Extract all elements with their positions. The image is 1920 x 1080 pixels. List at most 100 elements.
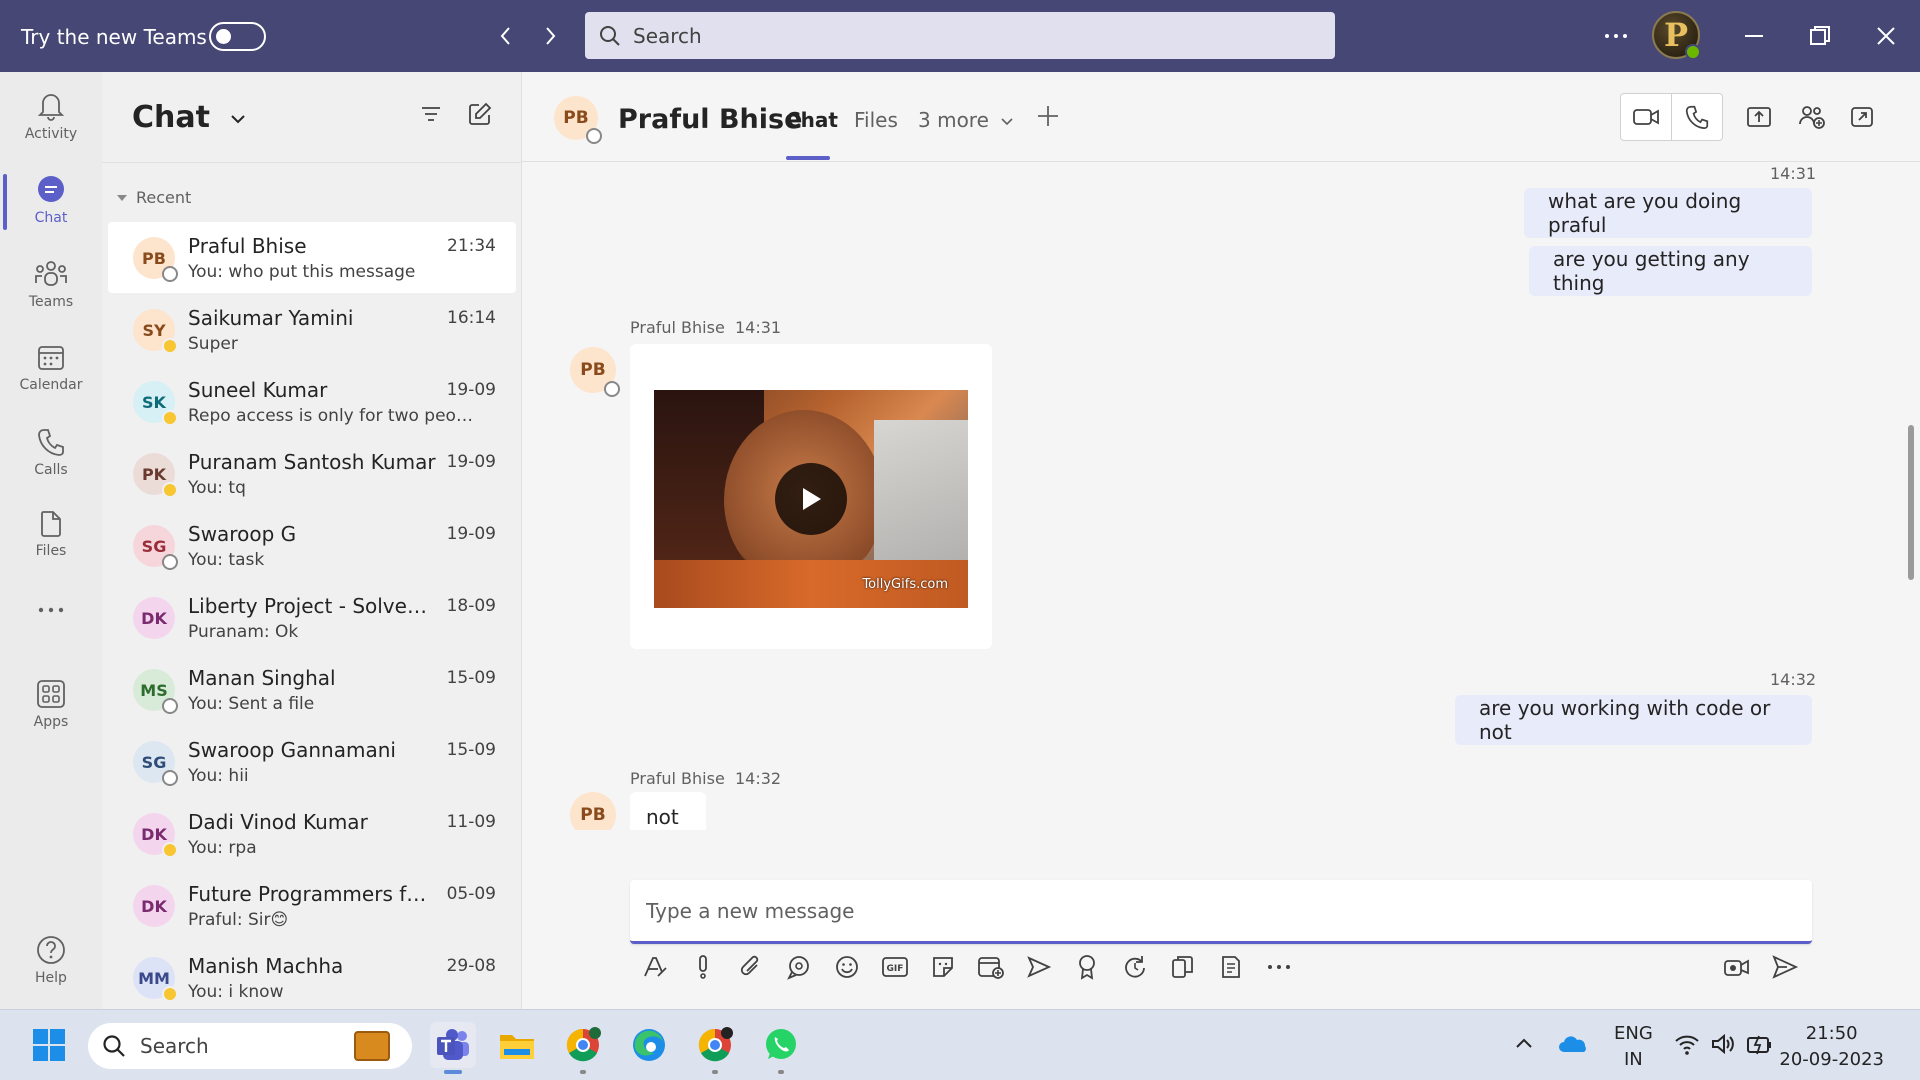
more-compose-options-icon[interactable] (1262, 950, 1296, 984)
important-icon[interactable] (686, 950, 720, 984)
tab-files[interactable]: Files (854, 108, 898, 132)
tab-more[interactable]: 3 more (918, 108, 1013, 132)
conversation-item[interactable]: SY Saikumar Yamini Super 16:14 (108, 294, 516, 365)
chat-list-title[interactable]: Chat (132, 100, 246, 135)
rail-item-help[interactable]: Help (0, 924, 102, 996)
conversation-name: Manish Machha (188, 954, 344, 978)
conversation-item[interactable]: DK Future Programmers for ... Praful: Sir😊… (108, 870, 516, 941)
my-message[interactable]: are you working with code or not (1455, 695, 1812, 745)
my-message[interactable]: what are you doing praful (1524, 188, 1812, 238)
conversation-avatar: MS (133, 669, 178, 714)
battery-icon[interactable] (1746, 1032, 1774, 1056)
teams-app-icon[interactable] (430, 1022, 476, 1074)
emoji-icon[interactable] (830, 950, 864, 984)
wifi-icon[interactable] (1674, 1032, 1700, 1056)
try-new-teams-toggle[interactable] (209, 22, 266, 51)
conversation-item[interactable]: SG Swaroop G You: task 19-09 (108, 510, 516, 581)
conversation-avatar: SK (133, 381, 178, 426)
conversation-scrollbar[interactable] (1908, 425, 1914, 580)
video-clip-icon[interactable] (1720, 950, 1754, 984)
video-call-button[interactable] (1620, 93, 1672, 141)
approvals-icon[interactable] (1166, 950, 1200, 984)
recent-section-header[interactable]: Recent (116, 188, 191, 207)
volume-icon[interactable] (1710, 1032, 1736, 1056)
new-chat-icon[interactable] (468, 102, 492, 126)
gif-message[interactable]: TollyGifs.com (630, 344, 992, 649)
file-icon (41, 510, 61, 537)
chevron-down-icon[interactable] (230, 114, 246, 124)
rail-item-chat[interactable]: Chat (0, 164, 102, 236)
compose-box[interactable] (630, 880, 1812, 944)
more-options-icon[interactable] (1600, 20, 1632, 52)
windows-start-icon[interactable] (26, 1022, 72, 1068)
conversation-item[interactable]: DK Liberty Project - Solvente... Puranam: … (108, 582, 516, 653)
chrome-profile-y-icon[interactable] (560, 1022, 606, 1074)
play-icon[interactable] (775, 463, 847, 535)
file-explorer-icon[interactable] (494, 1022, 540, 1068)
conversation-preview: Repo access is only for two people... (188, 406, 478, 426)
conversation-item[interactable]: SK Suneel Kumar Repo access is only for tw… (108, 366, 516, 437)
add-tab-icon[interactable] (1036, 104, 1060, 128)
search-input[interactable]: Search (585, 12, 1335, 59)
notes-icon[interactable] (1214, 950, 1248, 984)
offline-status-icon (162, 770, 178, 786)
rail-item-teams[interactable]: Teams (0, 248, 102, 320)
rail-item-calls[interactable]: Calls (0, 416, 102, 488)
contact-name[interactable]: Praful Bhise (618, 104, 802, 135)
restore-icon[interactable] (1804, 20, 1836, 52)
rail-item-files[interactable]: Files (0, 498, 102, 570)
show-hidden-icons-icon[interactable] (1514, 1036, 1534, 1050)
conversation-avatar: SY (133, 309, 178, 354)
loop-component-icon[interactable] (782, 950, 816, 984)
send-icon[interactable] (1768, 950, 1802, 984)
conversation-item[interactable]: DK Dadi Vinod Kumar You: rpa 11-09 (108, 798, 516, 869)
stream-icon[interactable] (1022, 950, 1056, 984)
contact-avatar[interactable]: PB (554, 96, 602, 144)
format-icon[interactable] (638, 950, 672, 984)
rail-item-activity[interactable]: Activity (0, 80, 102, 152)
my-message[interactable]: are you getting any thing (1529, 246, 1812, 296)
sender-avatar[interactable]: PB (570, 347, 620, 397)
conversation-item[interactable]: PB Praful Bhise You: who put this message 2… (108, 222, 516, 293)
search-icon (103, 1035, 125, 1057)
conversation-item[interactable]: SG Swaroop Gannamani You: hii 15-09 (108, 726, 516, 797)
praise-icon[interactable] (1070, 950, 1104, 984)
gif-image[interactable]: TollyGifs.com (654, 390, 968, 608)
conversation-item[interactable]: MM Manish Machha You: i know 29-08 (108, 942, 516, 1013)
system-clock[interactable]: 21:50 20-09-2023 (1779, 1021, 1884, 1073)
add-people-icon[interactable] (1798, 104, 1826, 130)
pop-out-icon[interactable] (1850, 106, 1874, 128)
share-screen-icon[interactable] (1746, 106, 1772, 128)
minimize-icon[interactable] (1738, 20, 1770, 52)
onedrive-icon[interactable] (1558, 1034, 1588, 1054)
conversation-avatar: MM (133, 957, 178, 1002)
message-input[interactable] (646, 896, 1746, 926)
taskbar-search[interactable]: Search (88, 1023, 412, 1069)
conversation-preview: You: hii (188, 766, 249, 786)
close-icon[interactable] (1870, 20, 1902, 52)
back-arrow-icon[interactable] (490, 20, 522, 52)
audio-call-button[interactable] (1671, 93, 1723, 141)
forward-arrow-icon[interactable] (534, 20, 566, 52)
language-indicator[interactable]: ENG IN (1614, 1021, 1653, 1073)
sticker-icon[interactable] (926, 950, 960, 984)
rail-more-apps-icon[interactable] (0, 580, 102, 640)
rail-item-calendar[interactable]: Calendar (0, 332, 102, 404)
whatsapp-icon[interactable] (758, 1022, 804, 1074)
gif-icon[interactable]: GIF (878, 950, 912, 984)
edge-icon[interactable] (626, 1022, 672, 1068)
schedule-meeting-icon[interactable] (974, 950, 1008, 984)
conversation-avatar: SG (133, 525, 178, 570)
rail-item-apps[interactable]: Apps (0, 668, 102, 740)
refresh-icon[interactable] (1118, 950, 1152, 984)
attach-icon[interactable] (734, 950, 768, 984)
tab-chat[interactable]: Chat (786, 108, 838, 132)
chrome-icon[interactable] (692, 1022, 738, 1074)
away-status-icon (162, 338, 178, 354)
svg-text:GIF: GIF (887, 964, 904, 974)
user-avatar[interactable]: P (1652, 11, 1701, 60)
filter-icon[interactable] (420, 104, 442, 124)
conversation-item[interactable]: MS Manan Singhal You: Sent a file 15-09 (108, 654, 516, 725)
conversation-time: 21:34 (447, 236, 496, 256)
conversation-item[interactable]: PK Puranam Santosh Kumar You: tq 19-09 (108, 438, 516, 509)
